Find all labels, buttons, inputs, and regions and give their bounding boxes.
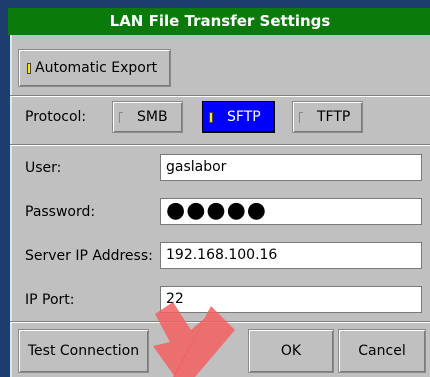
protocol-option-sftp[interactable]: SFTP	[202, 101, 275, 133]
toggle-indicator-icon	[27, 62, 31, 74]
server-ip-field[interactable]: 192.168.100.16	[160, 242, 422, 269]
cancel-button[interactable]: Cancel	[338, 329, 426, 373]
cancel-label: Cancel	[358, 343, 406, 359]
divider	[10, 144, 430, 146]
password-label: Password:	[25, 204, 96, 220]
protocol-option-smb[interactable]: SMB	[112, 101, 183, 133]
option-indicator-icon	[209, 111, 213, 123]
user-field[interactable]: gaslabor	[160, 154, 422, 181]
test-connection-label: Test Connection	[27, 343, 140, 359]
option-label: SFTP	[227, 109, 261, 125]
ok-button[interactable]: OK	[248, 329, 334, 373]
protocol-option-tftp[interactable]: TFTP	[292, 101, 363, 133]
option-indicator-icon	[119, 111, 123, 123]
password-field[interactable]: ●●●●●	[160, 198, 422, 225]
option-label: SMB	[137, 109, 168, 125]
divider	[10, 95, 430, 97]
user-label: User:	[25, 160, 62, 176]
option-label: TFTP	[317, 109, 351, 125]
annotation-arrow-icon	[153, 302, 235, 377]
dialog-title: LAN File Transfer Settings	[8, 8, 430, 35]
automatic-export-toggle[interactable]: Automatic Export	[18, 49, 171, 87]
server-ip-label: Server IP Address:	[25, 248, 153, 264]
automatic-export-label: Automatic Export	[35, 60, 158, 76]
protocol-label: Protocol:	[25, 109, 87, 125]
ip-port-label: IP Port:	[25, 292, 75, 308]
ok-label: OK	[280, 343, 302, 359]
option-indicator-icon	[299, 111, 303, 123]
